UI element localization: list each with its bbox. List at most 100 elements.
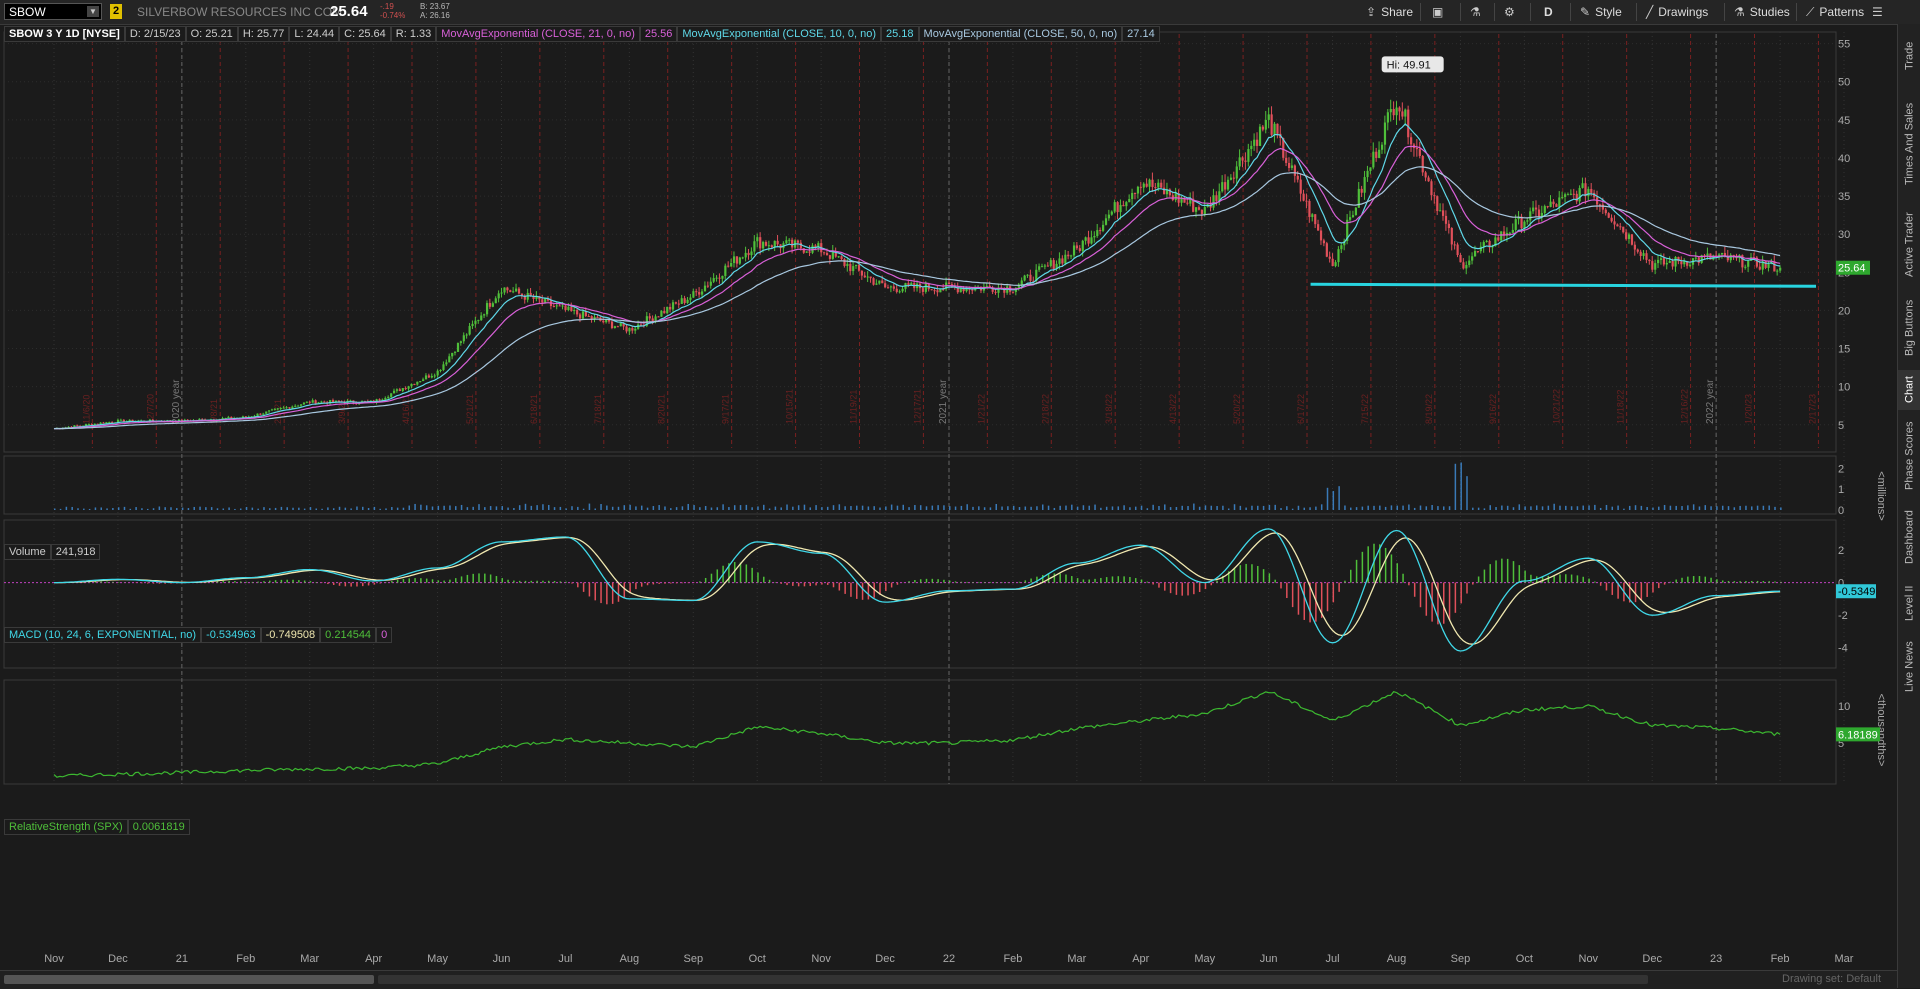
volume-bar: [478, 504, 480, 510]
candle-body: [1550, 202, 1552, 207]
volume-bar: [188, 508, 190, 510]
tab-active-trader[interactable]: Active Trader: [1898, 204, 1920, 286]
volume-bar: [1164, 504, 1166, 510]
style-label: Style: [1595, 5, 1622, 19]
macd-histogram-bar: [1391, 554, 1393, 582]
studies-button[interactable]: ⚗Studies: [1734, 3, 1790, 21]
volume-bar: [1722, 506, 1724, 510]
macd-histogram-bar: [1728, 581, 1730, 583]
macd-histogram-bar: [1333, 583, 1335, 603]
candle-body: [1532, 208, 1534, 212]
candle-body: [1332, 259, 1334, 266]
symbol-input[interactable]: SBOW▼: [4, 3, 102, 20]
candle-body: [878, 281, 880, 284]
ema21-label[interactable]: MovAvgExponential (CLOSE, 21, 0, no): [436, 26, 640, 42]
volume-bar: [903, 505, 905, 510]
macd-diff: 0.214544: [320, 627, 376, 643]
candle-body: [1538, 210, 1540, 217]
candle-body: [1070, 255, 1072, 256]
macd-histogram-bar: [391, 581, 393, 583]
patterns-button[interactable]: ⟋Patterns: [1806, 3, 1864, 21]
macd-histogram-bar: [955, 581, 957, 582]
tab-dashboard[interactable]: Dashboard: [1898, 502, 1920, 572]
volume-bar: [1414, 508, 1416, 510]
volume-bar: [542, 504, 544, 510]
macd-histogram-bar: [223, 581, 225, 583]
candle-body: [1422, 156, 1424, 172]
candle-body: [843, 259, 845, 266]
candle-body: [1227, 180, 1229, 190]
tab-phase-scores[interactable]: Phase Scores: [1898, 416, 1920, 496]
macd-label[interactable]: MACD (10, 24, 6, EXPONENTIAL, no): [4, 627, 201, 643]
rs-label[interactable]: RelativeStrength (SPX): [4, 819, 128, 835]
ema10-label[interactable]: MovAvgExponential (CLOSE, 10, 0, no): [677, 26, 881, 42]
chart-title[interactable]: SBOW 3 Y 1D [NYSE]: [4, 26, 125, 42]
volume-bar: [624, 505, 626, 510]
aggregation-button[interactable]: D: [1544, 3, 1553, 21]
macd-histogram-bar: [484, 574, 486, 583]
candle-body: [1689, 265, 1691, 266]
candle-body: [1759, 267, 1761, 270]
drawings-button[interactable]: ╱Drawings: [1646, 3, 1708, 21]
candle-body: [1573, 194, 1575, 195]
drawing-set-label[interactable]: Drawing set: Default: [1782, 973, 1881, 985]
macd-histogram-bar: [292, 580, 294, 583]
volume-bar: [1385, 507, 1387, 510]
scrollbar-track[interactable]: [378, 975, 1648, 984]
scrollbar-thumb[interactable]: [4, 975, 374, 984]
x-tick-label: 22: [943, 953, 955, 965]
snapshot-button[interactable]: ▣: [1432, 3, 1448, 21]
date-marker-label: 9/17/21: [721, 394, 731, 424]
tab-live-news[interactable]: Live News: [1898, 634, 1920, 700]
macd-histogram-bar: [1135, 578, 1137, 583]
candle-body: [933, 290, 935, 291]
volume-bar: [275, 508, 277, 510]
volume-bar: [1263, 506, 1265, 510]
volume-bar: [1205, 505, 1207, 510]
macd-histogram-bar: [1722, 580, 1724, 582]
year-marker-label: 2020 year: [171, 379, 182, 424]
candle-body: [1474, 251, 1476, 256]
candle-body: [576, 310, 578, 314]
candle-body: [1587, 189, 1589, 196]
macd-histogram-bar: [246, 582, 248, 583]
volume-bar: [1327, 488, 1329, 510]
flask-button[interactable]: ⚗: [1470, 3, 1486, 21]
volume-bar: [71, 507, 73, 510]
chevron-down-icon[interactable]: ▼: [87, 6, 99, 17]
style-button[interactable]: ✎Style: [1580, 3, 1622, 21]
candle-body: [1512, 230, 1514, 233]
menu-button[interactable]: ☰: [1872, 3, 1888, 21]
candle-body: [1468, 261, 1470, 265]
candle-body: [867, 277, 869, 278]
tab-chart[interactable]: Chart: [1898, 370, 1920, 410]
candle-body: [1773, 261, 1775, 271]
volume-bar: [1298, 506, 1300, 510]
tab-times-and-sales[interactable]: Times And Sales: [1898, 90, 1920, 198]
candle-body: [1233, 178, 1235, 179]
price-tick-label: 5: [1838, 420, 1844, 432]
tab-trade[interactable]: Trade: [1898, 28, 1920, 84]
share-button[interactable]: ⇪Share: [1366, 3, 1413, 21]
volume-label[interactable]: Volume: [4, 544, 51, 560]
macd-histogram-bar: [478, 573, 480, 582]
candle-body: [1143, 184, 1145, 188]
tab-level-ii[interactable]: Level II: [1898, 578, 1920, 628]
tab-big-buttons[interactable]: Big Buttons: [1898, 292, 1920, 364]
macd-tick-label: -4: [1838, 643, 1848, 655]
candle-body: [1660, 258, 1662, 260]
volume-bar: [920, 505, 922, 510]
macd-histogram-bar: [600, 583, 602, 603]
link-badge[interactable]: 2: [110, 4, 122, 19]
candle-body: [1294, 165, 1296, 175]
candle-body: [742, 257, 744, 258]
candle-body: [1300, 180, 1302, 194]
settings-button[interactable]: ⚙: [1504, 3, 1520, 21]
toolbar: SBOW▼ 2 SILVERBOW RESOURCES INC COM 25.6…: [0, 0, 1920, 25]
macd-histogram-bar: [1489, 564, 1491, 582]
macd-histogram-bar: [1257, 566, 1259, 583]
candle-body: [1613, 221, 1615, 224]
ema50-label[interactable]: MovAvgExponential (CLOSE, 50, 0, no): [919, 26, 1123, 42]
candle-body: [1523, 222, 1525, 229]
chart-area[interactable]: 11/6/2012/7/201/8/212/9/213/9/214/16/215…: [0, 24, 1897, 970]
